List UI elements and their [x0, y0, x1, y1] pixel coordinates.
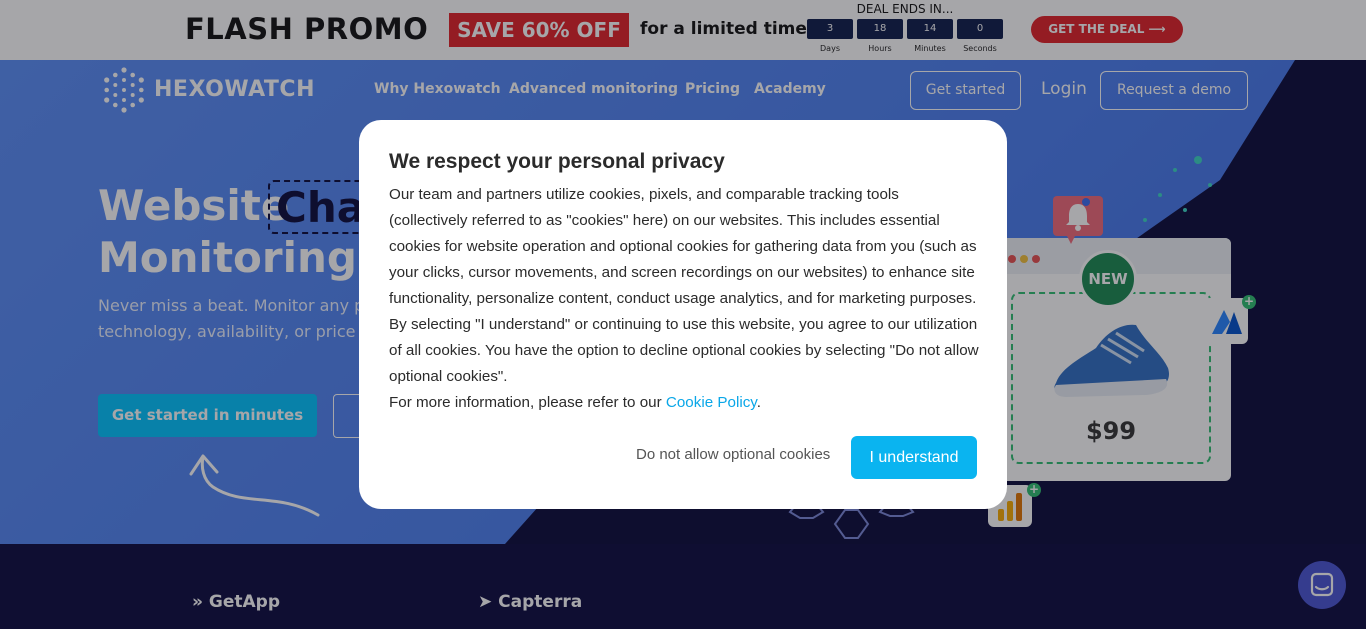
- cookie-dialog-title: We respect your personal privacy: [389, 150, 725, 173]
- cookie-consent-dialog: We respect your personal privacy Our tea…: [359, 120, 1007, 509]
- decline-optional-cookies-button[interactable]: Do not allow optional cookies: [636, 446, 830, 463]
- more-info-suffix: .: [756, 394, 761, 411]
- cookie-dialog-more-info: For more information, please refer to ou…: [389, 390, 761, 416]
- cookie-dialog-body: Our team and partners utilize cookies, p…: [389, 186, 979, 385]
- more-info-prefix: For more information, please refer to ou…: [389, 394, 666, 411]
- i-understand-button[interactable]: I understand: [851, 436, 977, 479]
- cookie-policy-link[interactable]: Cookie Policy: [666, 394, 757, 411]
